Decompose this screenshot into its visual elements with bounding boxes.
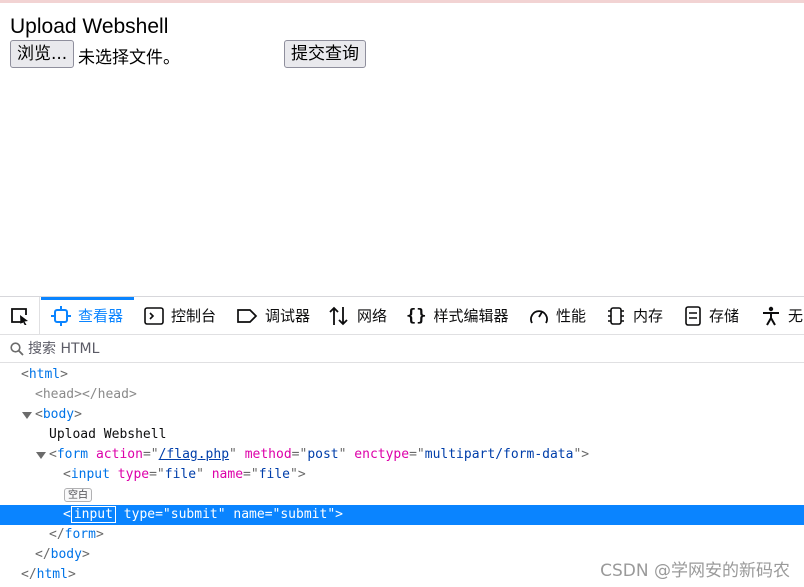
element-picker-icon [11, 308, 28, 325]
tag-name: head [97, 387, 129, 402]
attr-value: file [164, 467, 197, 482]
tab-label: 内存 [633, 307, 664, 325]
attr-name: type [117, 467, 150, 482]
tree-node-form[interactable]: <form action="/flag.php" method="post" e… [0, 445, 804, 465]
tag-name: html [36, 567, 68, 582]
tree-text-node[interactable]: Upload Webshell [0, 425, 804, 445]
tag-name: head [42, 387, 75, 402]
attr-value: submit [280, 507, 328, 522]
tag-name: form [56, 447, 89, 462]
tab-label: 查看器 [78, 307, 124, 325]
tab-accessibility[interactable]: 无 [761, 297, 803, 334]
devtools-toolbar: 查看器 控制台 调试器 网络 {} 样式编辑器 性能 内存 存储 无 [0, 297, 804, 335]
html-search-bar [0, 335, 804, 363]
attr-value: multipart/form-data [424, 447, 574, 462]
submit-query-button[interactable]: 提交查询 [284, 40, 366, 68]
accessibility-icon [763, 306, 779, 325]
tab-label: 网络 [357, 307, 388, 325]
tab-style-editor[interactable]: {} 样式编辑器 [406, 297, 509, 334]
html-search-input[interactable] [28, 338, 768, 360]
tag-name: form [64, 527, 96, 542]
attr-name: method [244, 447, 292, 462]
attr-name: type [123, 507, 156, 522]
expand-twisty-icon[interactable] [36, 452, 46, 459]
tab-label: 无 [788, 307, 804, 325]
tree-node-body[interactable]: <body> [0, 405, 804, 425]
page-viewport: Upload Webshell 浏览... 未选择文件。 提交查询 [0, 3, 804, 296]
tab-label: 性能 [556, 307, 587, 325]
tree-node-head[interactable]: <head></head> [0, 385, 804, 405]
tag-name: body [42, 407, 75, 422]
devtools-panel: 查看器 控制台 调试器 网络 {} 样式编辑器 性能 内存 存储 无 搜索 HT… [0, 296, 804, 587]
tab-label: 控制台 [171, 307, 217, 325]
style-editor-icon: {} [406, 305, 427, 326]
tab-console[interactable]: 控制台 [144, 297, 216, 334]
tab-label: 样式编辑器 [433, 307, 509, 325]
page-title: Upload Webshell [10, 15, 169, 38]
memory-icon [608, 306, 624, 325]
attr-name: enctype [354, 447, 410, 462]
tab-storage[interactable]: 存储 [684, 297, 739, 334]
expand-twisty-icon[interactable] [22, 412, 32, 419]
browse-file-button[interactable]: 浏览... [10, 40, 75, 68]
performance-icon [530, 309, 548, 323]
inspector-icon [51, 305, 71, 326]
network-icon [329, 306, 348, 325]
attr-value: post [307, 447, 339, 462]
tree-node-form-close[interactable]: </form> [0, 525, 804, 545]
tree-node-html[interactable]: <html> [0, 365, 804, 385]
attr-value-link[interactable]: /flag.php [159, 447, 229, 462]
tab-label: 存储 [709, 307, 740, 325]
storage-icon [685, 305, 701, 326]
tab-memory[interactable]: 内存 [606, 297, 663, 334]
tree-node-input-submit-selected[interactable]: < input type="submit" name="submit"> [0, 505, 804, 525]
tab-performance[interactable]: 性能 [529, 297, 586, 334]
tag-name: html [28, 367, 61, 382]
search-icon [10, 342, 24, 356]
watermark: CSDN @学网安的新码农 [600, 561, 790, 581]
tree-node-input-file[interactable]: <input type="file" name="file"> [0, 465, 804, 485]
debugger-icon [237, 308, 258, 323]
attr-name: name [211, 467, 244, 482]
element-picker-button[interactable] [0, 297, 40, 334]
tab-label: 调试器 [265, 307, 311, 325]
attr-value: file [258, 467, 291, 482]
tag-name: input [70, 467, 110, 482]
tag-name: input [70, 506, 116, 523]
whitespace-badge[interactable]: 空白 [64, 488, 92, 502]
attr-value: submit [170, 507, 218, 522]
tab-inspector[interactable]: 查看器 [41, 297, 134, 334]
tab-network[interactable]: 网络 [328, 297, 387, 334]
file-status-label: 未选择文件。 [78, 48, 180, 68]
console-icon [144, 306, 164, 325]
attr-name: action [95, 447, 143, 462]
attr-name: name [233, 507, 265, 522]
tab-debugger[interactable]: 调试器 [236, 297, 310, 334]
tag-name: body [50, 547, 82, 562]
